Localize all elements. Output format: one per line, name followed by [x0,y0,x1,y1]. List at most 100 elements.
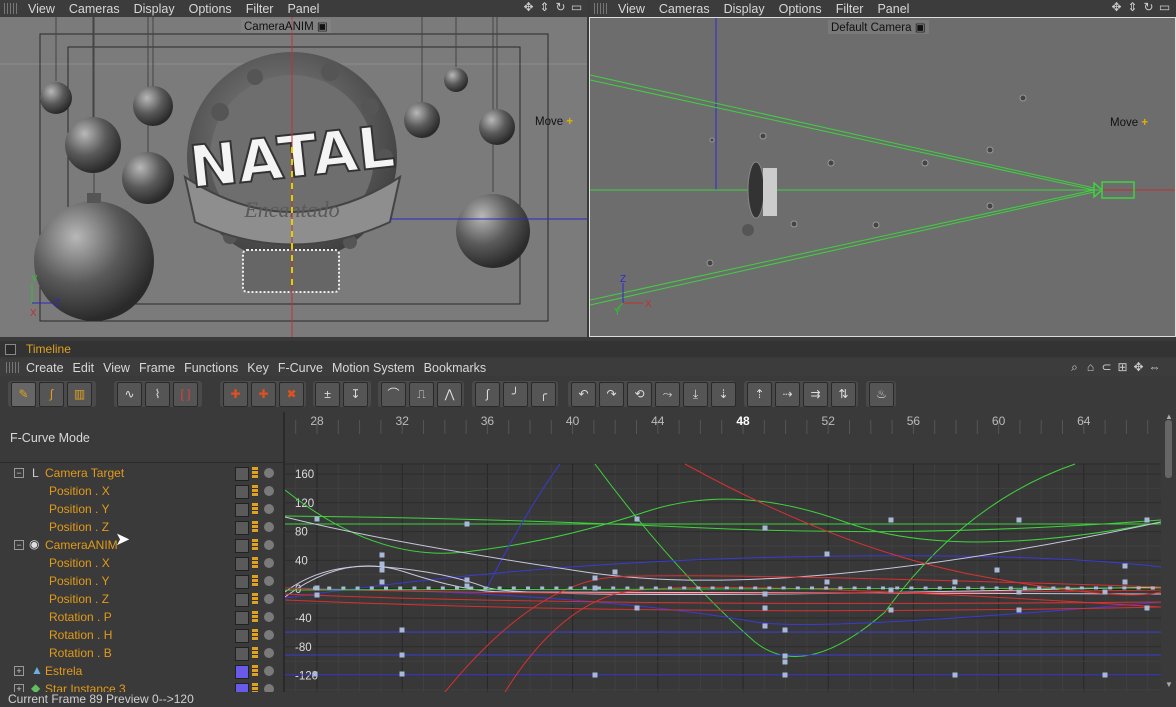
menu-panel[interactable]: Panel [281,2,327,16]
home-icon[interactable]: ⌂ [1084,361,1097,374]
zero-angle-button[interactable]: ± [315,382,340,407]
edit-icon[interactable] [235,665,249,679]
menu-options[interactable]: Options [183,2,240,16]
maximize-view-icon[interactable]: ▭ [570,1,583,14]
tangent-weight-button[interactable]: ⤓ [683,382,708,407]
tree-row-estrela[interactable]: + ▲ Estrela [0,662,282,680]
key-track-icon[interactable] [252,665,258,677]
spline-linear-button[interactable]: ⋀ [437,382,462,407]
edit-icon[interactable] [235,593,249,607]
collapse-icon[interactable]: − [14,540,24,550]
maximize-view-icon[interactable]: ▭ [1158,1,1171,14]
lock-time-button[interactable]: ⇢ [775,382,800,407]
tree-row-track[interactable]: Position . Y [0,500,282,518]
tangent-clamp-button[interactable]: ⤳ [655,382,680,407]
menu-bookmarks[interactable]: Bookmarks [424,361,496,375]
menu-functions[interactable]: Functions [184,361,247,375]
tangent-overshoot-button[interactable]: ⇣ [711,382,736,407]
edit-icon[interactable] [235,683,249,692]
menu-cameras[interactable]: Cameras [63,2,128,16]
menu-frame[interactable]: Frame [139,361,184,375]
delete-keys-button[interactable]: ✖ [279,382,304,407]
expand-icon[interactable]: + [14,684,24,692]
key-track-icon[interactable] [252,629,258,641]
solo-icon[interactable] [264,486,274,496]
scroll-thumb[interactable] [1165,420,1172,478]
break-tangent-button[interactable]: ⇉ [803,382,828,407]
tree-row-track[interactable]: Position . X [0,482,282,500]
tree-row-track[interactable]: Position . Y [0,572,282,590]
menubar-grip-icon[interactable] [4,3,18,14]
menu-filter[interactable]: Filter [830,2,872,16]
left-viewport[interactable]: Encantado NATAL Y Z X CameraANIM ▣ Move … [0,17,587,337]
lock-value-button[interactable]: ⇡ [747,382,772,407]
menubar-grip-icon[interactable] [594,3,608,14]
solo-icon[interactable] [264,558,274,568]
edit-icon[interactable] [235,467,249,481]
scroll-down-icon[interactable]: ▼ [1165,680,1173,689]
motion-mode-button[interactable]: ▥ [67,382,92,407]
solo-icon[interactable] [264,504,274,514]
key-track-icon[interactable] [252,683,258,692]
tangent-break-button[interactable]: ↷ [599,382,624,407]
tree-row-track[interactable]: Rotation . H [0,626,282,644]
menu-create[interactable]: Create [26,361,73,375]
fcurve-mode-button[interactable]: ∫ [39,382,64,407]
key-track-icon[interactable] [252,593,258,605]
spline-soft-button[interactable]: ⌒ [381,382,406,407]
menu-view[interactable]: View [103,361,139,375]
menu-display[interactable]: Display [128,2,183,16]
tangent-lock-button[interactable]: ⟲ [627,382,652,407]
menu-view[interactable]: View [22,2,63,16]
solo-icon[interactable] [264,612,274,622]
keyframe-mode-button[interactable]: ✎ [11,382,36,407]
add-key-button[interactable]: ✚ [223,382,248,407]
key-track-icon[interactable] [252,611,258,623]
tree-row-track[interactable]: Rotation . B [0,644,282,662]
move-view-icon[interactable]: ✥ [1132,361,1145,374]
key-track-icon[interactable] [252,503,258,515]
edit-icon[interactable] [235,521,249,535]
key-track-icon[interactable] [252,467,258,479]
curve-view-button[interactable]: ∿ [117,382,142,407]
menu-display[interactable]: Display [718,2,773,16]
ease-both-button[interactable]: ∫ [475,382,500,407]
edit-icon[interactable] [235,611,249,625]
move-view-icon[interactable]: ✥ [1110,1,1123,14]
search-icon[interactable]: ⌕ [1068,361,1081,374]
menu-filter[interactable]: Filter [240,2,282,16]
graph-vertical-scrollbar[interactable]: ▲ ▼ [1162,412,1176,692]
edit-icon[interactable] [235,485,249,499]
solo-icon[interactable] [264,522,274,532]
ease-out-button[interactable]: ╭ [531,382,556,407]
move-view-icon[interactable]: ✥ [522,1,535,14]
edit-icon[interactable] [235,575,249,589]
tree-row-track[interactable]: Rotation . P [0,608,282,626]
solo-icon[interactable] [264,576,274,586]
solo-icon[interactable] [264,468,274,478]
rotate-view-icon[interactable]: ↻ [1142,1,1155,14]
solo-icon[interactable] [264,540,274,550]
solo-icon[interactable] [264,648,274,658]
edit-icon[interactable] [235,629,249,643]
menubar-grip-icon[interactable] [6,362,20,373]
new-panel-icon[interactable]: ⊞ [1116,361,1129,374]
edit-icon[interactable] [235,557,249,571]
solo-icon[interactable] [264,630,274,640]
tree-row-track[interactable]: Position . X [0,554,282,572]
link-icon[interactable]: ⊂ [1100,361,1113,374]
key-track-icon[interactable] [252,557,258,569]
edit-icon[interactable] [235,647,249,661]
tree-row-star-instance[interactable]: + ◆ Star Instance 3 [0,680,282,692]
key-track-icon[interactable] [252,647,258,659]
menu-cameras[interactable]: Cameras [653,2,718,16]
menu-panel[interactable]: Panel [871,2,917,16]
dolly-view-icon[interactable]: ⇕ [1126,1,1139,14]
spline-step-button[interactable]: ⎍ [409,382,434,407]
menu-view[interactable]: View [612,2,653,16]
key-track-icon[interactable] [252,521,258,533]
collapse-icon[interactable]: − [14,468,24,478]
solo-icon[interactable] [264,666,274,676]
right-viewport[interactable]: Z Y X Default Camera ▣ Move + [589,17,1176,337]
tangent-auto-button[interactable]: ↶ [571,382,596,407]
